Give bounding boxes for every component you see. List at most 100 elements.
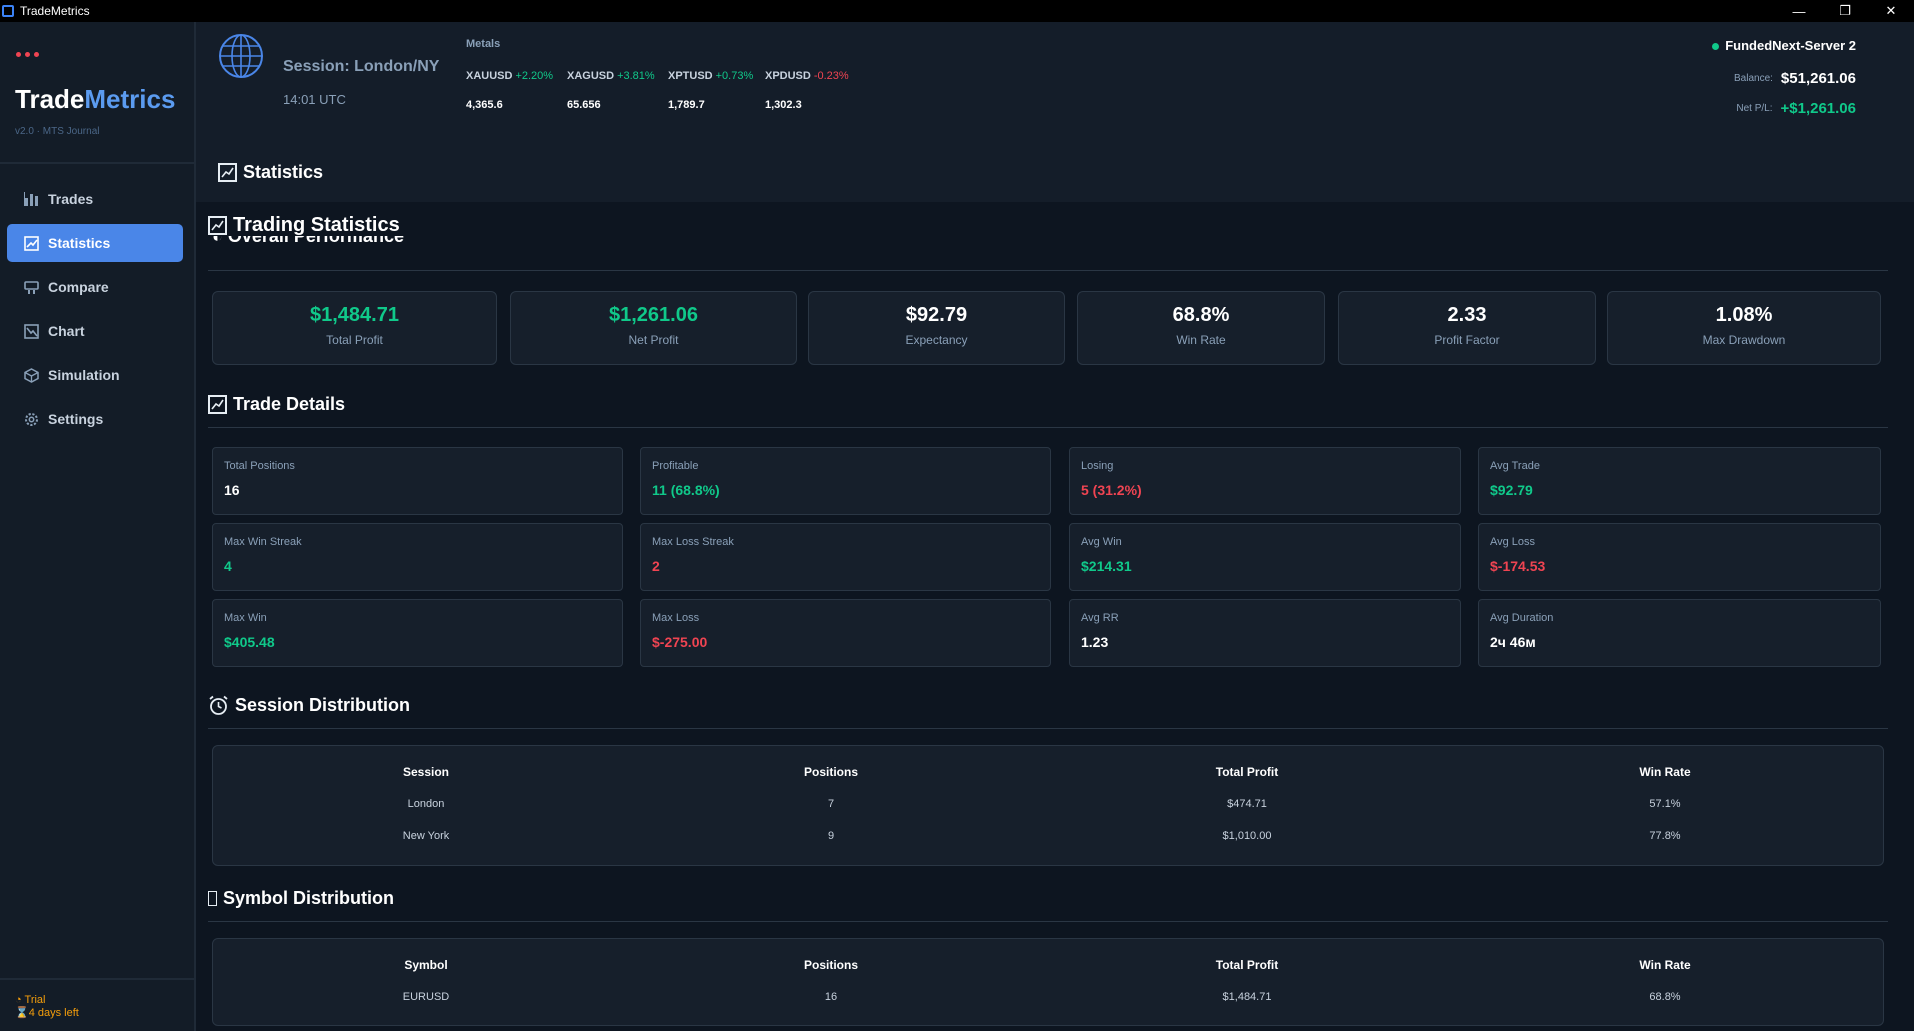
balance-value: $51,261.06 — [1780, 70, 1856, 87]
window-dots-icon — [16, 52, 39, 57]
sidebar-item-trades[interactable]: Trades — [7, 180, 183, 218]
trial-label: Trial — [24, 994, 46, 1006]
stat-label: Avg RR — [1081, 612, 1119, 624]
sidebar-divider — [0, 978, 194, 980]
sidebar-item-label: Statistics — [48, 235, 111, 251]
statistics-panel: Trading Statistics ◐ Overall Performance… — [196, 202, 1914, 1031]
kpi-card-total-profit: $1,484.71 Total Profit — [212, 291, 497, 365]
metal-change: +2.20% — [515, 70, 554, 82]
server-status: FundedNext-Server 2 — [1712, 38, 1856, 53]
checkbox-chart-icon — [23, 235, 39, 251]
metal-ticker-xpdusd[interactable]: XPDUSD -0.23% 1,302.3 — [765, 70, 849, 111]
kpi-label: Net Profit — [628, 333, 679, 347]
stat-label: Losing — [1081, 460, 1114, 472]
status-dot-icon — [1712, 43, 1720, 51]
section-divider — [208, 427, 1888, 428]
stat-card-max-loss-streak: Max Loss Streak 2 — [640, 523, 1051, 591]
session-time: 14:01 UTC — [283, 92, 346, 107]
metal-change: +3.81% — [617, 70, 655, 82]
trial-status: ◔ Trial ⌛4 days left — [15, 994, 79, 1020]
close-button[interactable]: ✕ — [1868, 0, 1914, 22]
line-chart-icon — [23, 323, 39, 339]
checkbox-chart-icon — [208, 216, 227, 235]
stat-label: Profitable — [652, 460, 699, 472]
winrate-cell: 77.8% — [1649, 830, 1681, 842]
stat-value: 2ч 46м — [1490, 634, 1536, 650]
metal-price: 1,302.3 — [765, 99, 802, 111]
metal-change: -0.23% — [813, 70, 849, 82]
metal-ticker-xauusd[interactable]: XAUUSD +2.20% 4,365.6 — [466, 70, 554, 111]
sidebar-item-settings[interactable]: Settings — [7, 400, 183, 438]
bar-chart-icon — [23, 191, 39, 207]
kpi-card-net-profit: $1,261.06 Net Profit — [510, 291, 797, 365]
stat-value: 5 (31.2%) — [1081, 482, 1142, 498]
section-title-trading-statistics: Trading Statistics — [208, 214, 400, 237]
column-header: Session — [402, 765, 450, 779]
kpi-label: Max Drawdown — [1702, 333, 1786, 347]
stat-card-max-win-streak: Max Win Streak 4 — [212, 523, 623, 591]
winrate-cell: 57.1% — [1649, 798, 1681, 810]
restore-button[interactable]: ❐ — [1822, 0, 1868, 22]
section-title-trade-details: Trade Details — [208, 394, 345, 415]
table-row[interactable]: London 7 $474.71 57.1% — [213, 788, 1883, 820]
sidebar-item-label: Simulation — [48, 367, 120, 383]
column-header: Total Profit — [1215, 765, 1279, 779]
sidebar-item-compare[interactable]: Compare — [7, 268, 183, 306]
table-row[interactable]: New York 9 $1,010.00 77.8% — [213, 820, 1883, 852]
section-title-session-distribution: Session Distribution — [208, 695, 410, 716]
section-divider — [208, 270, 1888, 271]
stat-card-losing: Losing 5 (31.2%) — [1069, 447, 1461, 515]
sidebar-divider — [0, 162, 194, 164]
metal-symbol: XAGUSD — [567, 70, 615, 82]
kpi-label: Expectancy — [905, 333, 968, 347]
section-divider — [208, 728, 1888, 729]
overall-performance-title: ◐ Overall Performance — [212, 236, 512, 244]
netpl-label: Net P/L: — [1736, 103, 1773, 114]
session-cell: New York — [402, 830, 450, 842]
minimize-button[interactable]: — — [1776, 0, 1822, 22]
header: Session: London/NY 14:01 UTC Metals XAUU… — [196, 22, 1914, 202]
stat-card-avg-loss: Avg Loss $-174.53 — [1478, 523, 1881, 591]
stat-value: $-275.00 — [652, 634, 708, 650]
metal-symbol: XPDUSD — [765, 70, 811, 82]
section-divider — [208, 921, 1888, 922]
column-header: Positions — [803, 765, 859, 779]
session-title: Session: London/NY — [283, 58, 440, 75]
server-name: FundedNext-Server 2 — [1725, 38, 1856, 53]
sidebar-item-simulation[interactable]: Simulation — [7, 356, 183, 394]
table-header-row: Symbol Positions Total Profit Win Rate — [213, 949, 1883, 981]
stat-label: Avg Loss — [1490, 536, 1536, 548]
column-header: Win Rate — [1639, 765, 1691, 779]
table-header-row: Session Positions Total Profit Win Rate — [213, 756, 1883, 788]
balance-row: Balance: $51,261.06 — [1734, 70, 1856, 87]
cube-icon — [23, 367, 39, 383]
positions-cell: 9 — [827, 830, 835, 842]
sidebar-item-chart[interactable]: Chart — [7, 312, 183, 350]
stat-label: Avg Trade — [1490, 460, 1540, 472]
profit-cell: $1,484.71 — [1222, 991, 1272, 1003]
window-title: TradeMetrics — [20, 4, 90, 18]
page-title: Statistics — [218, 162, 323, 183]
table-row[interactable]: EURUSD 16 $1,484.71 68.8% — [213, 981, 1883, 1013]
symbol-distribution-table: Symbol Positions Total Profit Win Rate E… — [212, 938, 1884, 1026]
alarm-clock-icon — [208, 695, 229, 716]
kpi-value: 68.8% — [1172, 304, 1230, 326]
metal-ticker-xagusd[interactable]: XAGUSD +3.81% 65.656 — [567, 70, 655, 111]
stat-value: $92.79 — [1490, 482, 1533, 498]
column-header: Total Profit — [1215, 958, 1279, 972]
stat-label: Max Win Streak — [224, 536, 302, 548]
metal-price: 1,789.7 — [668, 99, 705, 111]
stat-label: Max Loss — [652, 612, 700, 624]
kpi-card-max-drawdown: 1.08% Max Drawdown — [1607, 291, 1881, 365]
netpl-row: Net P/L: +$1,261.06 — [1736, 100, 1856, 117]
sidebar-item-statistics[interactable]: Statistics — [7, 224, 183, 262]
column-header: Win Rate — [1639, 958, 1691, 972]
stat-label: Total Positions — [224, 460, 295, 472]
session-distribution-table: Session Positions Total Profit Win Rate … — [212, 745, 1884, 866]
metal-price: 4,365.6 — [466, 99, 503, 111]
metal-ticker-xptusd[interactable]: XPTUSD +0.73% 1,789.7 — [668, 70, 753, 111]
balance-label: Balance: — [1734, 73, 1773, 84]
brand-logo: TradeMetrics — [15, 84, 176, 114]
trial-days: 4 days left — [28, 1007, 79, 1019]
kpi-card-win-rate: 68.8% Win Rate — [1077, 291, 1325, 365]
